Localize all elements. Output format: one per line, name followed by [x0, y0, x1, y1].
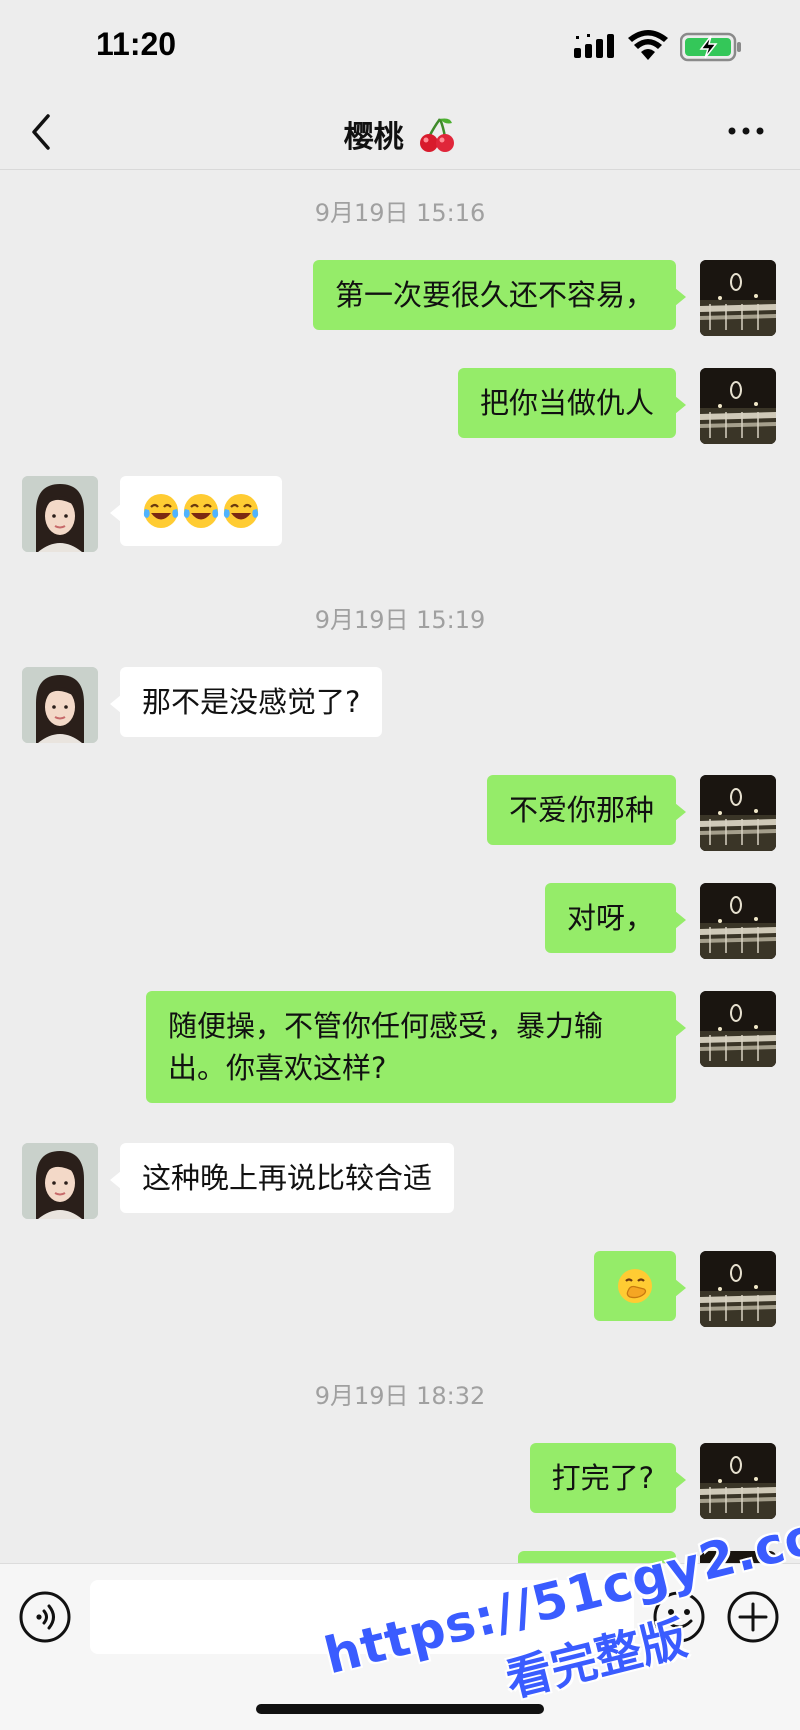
message-bubble-partial[interactable] [518, 1551, 676, 1563]
self-avatar-image [700, 368, 776, 444]
peer-avatar-image [22, 667, 98, 743]
message-bubble[interactable]: 那不是没感觉了? [109, 667, 383, 737]
battery-charging-icon [680, 32, 741, 62]
avatar[interactable] [700, 1443, 776, 1519]
message-bubble[interactable]: 不爱你那种 [486, 775, 687, 845]
avatar[interactable] [22, 1143, 98, 1219]
timestamp: 9月19日 15:19 [314, 606, 486, 634]
message-bubble[interactable]: 对呀， [544, 883, 687, 953]
self-avatar-image [700, 1251, 776, 1327]
laughing-tears-emoji [223, 494, 259, 528]
self-avatar-image [700, 991, 776, 1067]
avatar[interactable] [22, 667, 98, 743]
message-bubble[interactable]: 第一次要很久还不容易， [312, 260, 687, 330]
self-avatar-image [700, 883, 776, 959]
message-bubble[interactable] [594, 1251, 686, 1321]
avatar-partial [700, 1551, 776, 1563]
more-dots-icon[interactable] [726, 116, 766, 146]
message-bubble[interactable]: 把你当做仇人 [457, 368, 687, 438]
covering-mouth-emoji [618, 1269, 652, 1303]
status-time: 11:20 [96, 26, 177, 62]
laughing-tears-emoji [183, 494, 219, 528]
smiley-icon[interactable] [652, 1590, 706, 1644]
avatar[interactable] [700, 883, 776, 959]
emoji-group [142, 490, 260, 532]
timestamp: 9月19日 18:32 [314, 1382, 486, 1410]
emoji-group [616, 1265, 654, 1307]
avatar[interactable] [700, 991, 776, 1067]
message-bubble[interactable]: 这种晚上再说比较合适 [109, 1143, 455, 1213]
laughing-tears-emoji [143, 494, 179, 528]
status-bar: 11:20 [0, 0, 800, 96]
voice-icon[interactable] [18, 1590, 72, 1644]
self-avatar-image [700, 1443, 776, 1519]
timestamp: 9月19日 15:16 [314, 199, 486, 227]
signal-icon [574, 34, 614, 58]
message-bubble[interactable] [110, 476, 282, 546]
avatar[interactable] [700, 1251, 776, 1327]
cherry-icon [420, 118, 455, 152]
chat-title-text: 樱桃 [343, 120, 404, 155]
peer-avatar-image [22, 1143, 98, 1219]
peer-avatar-image [22, 476, 98, 552]
wifi-icon [628, 30, 668, 60]
message-bubble[interactable]: 打完了? [529, 1443, 687, 1513]
avatar[interactable] [22, 476, 98, 552]
self-avatar-image [700, 260, 776, 336]
message-list[interactable]: 9月19日 15:16 第一次要很久还不容易， 把你当做仇人 9月19日 15:… [0, 171, 800, 1563]
message-bubble[interactable]: 随便操，不管你任何感受，暴力输出。你喜欢这样? [146, 991, 686, 1103]
input-bar [0, 1563, 800, 1730]
avatar[interactable] [700, 775, 776, 851]
self-avatar-image [700, 775, 776, 851]
chat-title: 樱桃 [0, 112, 800, 156]
plus-circle-icon[interactable] [726, 1590, 780, 1644]
message-input[interactable] [90, 1580, 634, 1654]
home-indicator[interactable] [256, 1704, 544, 1714]
avatar[interactable] [700, 368, 776, 444]
avatar[interactable] [700, 260, 776, 336]
chat-header: 樱桃 [0, 96, 800, 170]
